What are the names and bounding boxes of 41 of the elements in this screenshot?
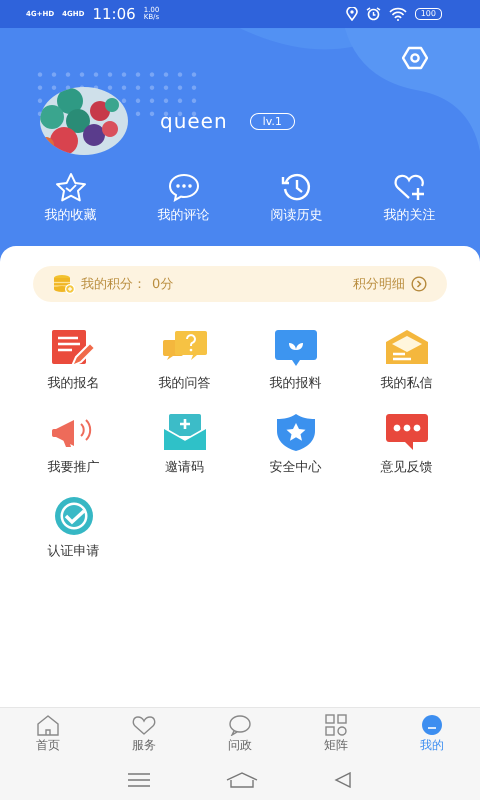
wifi-icon bbox=[388, 7, 407, 21]
service-button[interactable]: 我的报料 bbox=[240, 328, 351, 392]
shortcut-button[interactable]: 我的收藏 bbox=[14, 172, 127, 224]
home-icon[interactable] bbox=[226, 772, 258, 788]
battery-indicator: 100 bbox=[414, 8, 442, 20]
location-icon bbox=[346, 7, 358, 21]
service-button[interactable]: 安全中心 bbox=[240, 412, 351, 476]
clock: 11:06 bbox=[92, 5, 136, 23]
service-button[interactable]: 我要推广 bbox=[18, 412, 129, 476]
service-button[interactable]: 我的私信 bbox=[351, 328, 462, 392]
menu-icon[interactable] bbox=[128, 773, 150, 787]
chat-bubble-icon bbox=[227, 714, 253, 736]
heart-icon bbox=[131, 714, 157, 736]
tab[interactable]: 问政 bbox=[192, 708, 288, 760]
tab[interactable]: 我的 bbox=[384, 708, 480, 760]
points-label: 我的积分： bbox=[81, 276, 146, 293]
coins-icon bbox=[53, 274, 75, 294]
alarm-icon bbox=[366, 7, 381, 21]
points-value: 0分 bbox=[152, 276, 174, 293]
level-badge: lv.1 bbox=[250, 112, 295, 130]
settings-icon[interactable] bbox=[402, 46, 428, 70]
heart-plus-icon bbox=[392, 172, 426, 202]
back-icon[interactable] bbox=[334, 772, 352, 788]
star-icon bbox=[54, 172, 88, 202]
chevron-right-icon bbox=[411, 276, 427, 292]
shortcut-button[interactable]: 我的评论 bbox=[127, 172, 240, 224]
tab[interactable]: 首页 bbox=[0, 708, 96, 760]
chat-bubble-icon bbox=[166, 172, 200, 202]
home-icon bbox=[35, 714, 61, 736]
service-button[interactable]: 意见反馈 bbox=[351, 412, 462, 476]
points-detail-link[interactable]: 积分明细 bbox=[353, 275, 427, 293]
tab[interactable]: 服务 bbox=[96, 708, 192, 760]
username: queen bbox=[160, 109, 228, 133]
shortcut-button[interactable]: 我的关注 bbox=[353, 172, 466, 224]
service-button[interactable]: 邀请码 bbox=[129, 412, 240, 476]
shortcut-button[interactable]: 阅读历史 bbox=[240, 172, 353, 224]
tab[interactable]: 矩阵 bbox=[288, 708, 384, 760]
grid-icon bbox=[323, 714, 349, 736]
service-button[interactable]: 我的问答 bbox=[129, 328, 240, 392]
service-button[interactable]: 我的报名 bbox=[18, 328, 129, 392]
service-button[interactable]: 认证申请 bbox=[18, 496, 129, 560]
